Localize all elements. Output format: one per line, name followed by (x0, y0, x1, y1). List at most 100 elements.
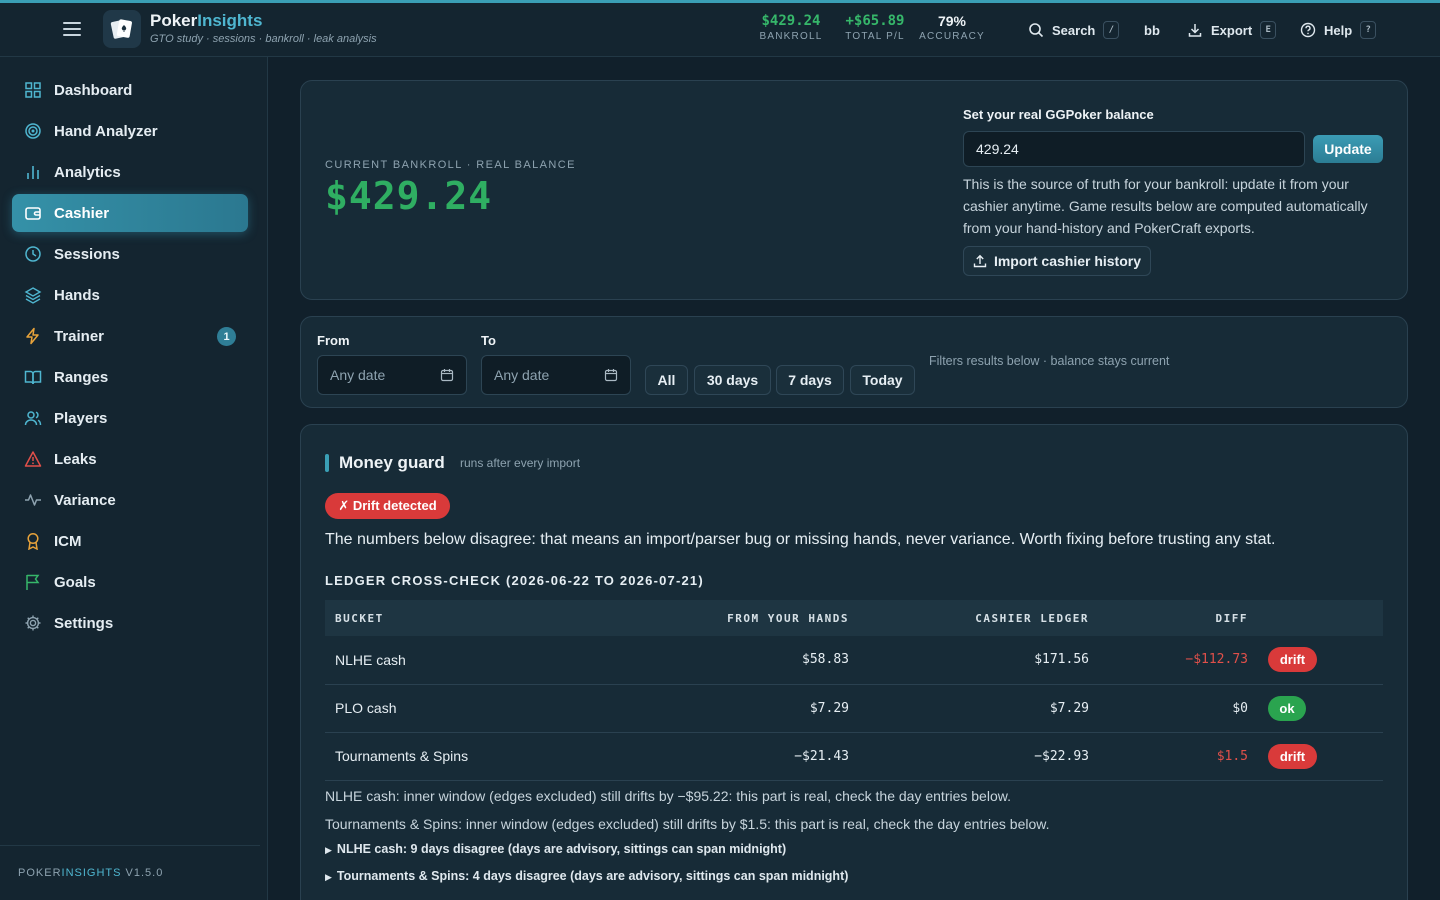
grid-icon (24, 81, 42, 99)
calendar-icon (604, 369, 618, 382)
sidebar-item-trainer[interactable]: Trainer 1 (12, 317, 248, 355)
to-date-input[interactable]: Any date (481, 355, 631, 395)
pulse-icon (24, 491, 42, 509)
bucket-cell: Tournaments & Spins (325, 732, 625, 781)
preset-30-days-button[interactable]: 30 days (694, 365, 771, 395)
hands-cell: $7.29 (625, 684, 849, 733)
bolt-icon (24, 327, 42, 345)
bankroll-description: This is the source of truth for your ban… (963, 176, 1368, 236)
bucket-cell: PLO cash (325, 684, 625, 733)
table-header-row: BUCKET FROM YOUR HANDS CASHIER LEDGER DI… (325, 600, 1383, 636)
nlhe-day-details-toggle[interactable]: ▶ NLHE cash: 9 days disagree (days are ad… (325, 842, 786, 856)
bar-chart-icon (24, 163, 42, 181)
tournaments-day-details-toggle[interactable]: ▶ Tournaments & Spins: 4 days disagree (d… (325, 869, 848, 883)
update-button[interactable]: Update (1313, 135, 1383, 163)
status-badge: drift (1268, 743, 1317, 769)
help-button[interactable]: Help ? (1300, 18, 1377, 42)
sidebar-item-leaks[interactable]: Leaks (12, 440, 248, 478)
gear-icon (24, 614, 42, 632)
section-marker (325, 454, 329, 472)
logo-icon (103, 10, 141, 48)
search-button[interactable]: Search / (1028, 18, 1120, 42)
sidebar: Dashboard Hand Analyzer Analytics Cashie… (0, 57, 268, 900)
from-label: From (317, 333, 350, 348)
menu-icon[interactable] (60, 19, 84, 41)
preset-all-button[interactable]: All (645, 365, 688, 395)
to-label: To (481, 333, 496, 348)
table-row: Tournaments & Spins −$21.43 −$22.93 $1.5… (325, 732, 1383, 781)
preset-7-days-button[interactable]: 7 days (776, 365, 844, 395)
drift-note: Tournaments & Spins: inner window (edges… (325, 816, 1050, 832)
stat-bankroll: $429.24 BANKROLL (759, 13, 823, 42)
download-icon (1188, 24, 1202, 37)
money-guard-subtitle: runs after every import (460, 456, 581, 470)
bankroll-card: CURRENT BANKROLL · REAL BALANCE $429.24 … (300, 80, 1408, 300)
sidebar-item-cashier[interactable]: Cashier (12, 194, 248, 232)
sidebar-divider (0, 845, 260, 846)
help-icon (1300, 22, 1316, 38)
award-icon (24, 532, 42, 550)
target-icon (24, 122, 42, 140)
book-icon (24, 368, 42, 386)
sidebar-item-dashboard[interactable]: Dashboard (12, 71, 248, 109)
caret-right-icon: ▶ (325, 872, 332, 882)
column-header: BUCKET (325, 600, 625, 636)
bankroll-value: $429.24 (325, 174, 493, 218)
money-guard-card: Money guard runs after every import ✗ Dr… (300, 424, 1408, 900)
clock-icon (24, 245, 42, 263)
sidebar-item-settings[interactable]: Settings (12, 604, 248, 642)
sidebar-item-hand-analyzer[interactable]: Hand Analyzer (12, 112, 248, 150)
stat-accuracy: 79% ACCURACY (919, 13, 985, 42)
import-cashier-button[interactable]: Import cashier history (963, 246, 1151, 276)
export-button[interactable]: Export E (1187, 18, 1277, 42)
trainer-badge: 1 (217, 327, 236, 346)
sidebar-item-goals[interactable]: Goals (12, 563, 248, 601)
brand: PokerInsights GTO study · sessions · ban… (150, 11, 377, 45)
column-header: FROM YOUR HANDS (625, 600, 849, 636)
sidebar-item-icm[interactable]: ICM (12, 522, 248, 560)
table-row: PLO cash $7.29 $7.29 $0 ok (325, 684, 1383, 733)
sidebar-item-players[interactable]: Players (12, 399, 248, 437)
ledger-cell: −$22.93 (849, 732, 1089, 781)
caret-right-icon: ▶ (325, 845, 332, 855)
brand-subtitle: GTO study · sessions · bankroll · leak a… (150, 33, 377, 45)
set-balance-label: Set your real GGPoker balance (963, 107, 1154, 122)
drift-note: NLHE cash: inner window (edges excluded)… (325, 788, 1011, 804)
column-header-status (1248, 600, 1383, 636)
sidebar-item-variance[interactable]: Variance (12, 481, 248, 519)
warning-icon (24, 450, 42, 468)
status-badge: drift (1268, 647, 1317, 673)
ledger-section-title: LEDGER CROSS-CHECK (2026-06-22 TO 2026-0… (325, 573, 704, 588)
bucket-cell: NLHE cash (325, 636, 625, 685)
users-icon (24, 409, 42, 427)
ledger-table: BUCKET FROM YOUR HANDS CASHIER LEDGER DI… (325, 600, 1383, 781)
column-header: DIFF (1089, 600, 1248, 636)
sidebar-item-sessions[interactable]: Sessions (12, 235, 248, 273)
layers-icon (24, 286, 42, 304)
balance-input[interactable]: 429.24 (963, 131, 1305, 167)
unit-toggle[interactable]: bb (1144, 18, 1160, 42)
column-header: CASHIER LEDGER (849, 600, 1089, 636)
hands-cell: $58.83 (625, 636, 849, 685)
diff-cell: $0 (1089, 684, 1248, 733)
from-date-input[interactable]: Any date (317, 355, 467, 395)
sidebar-item-analytics[interactable]: Analytics (12, 153, 248, 191)
sidebar-item-hands[interactable]: Hands (12, 276, 248, 314)
search-icon (1029, 23, 1044, 38)
diff-cell: −$112.73 (1089, 636, 1248, 685)
drift-message: The numbers below disagree: that means a… (325, 531, 1276, 548)
drift-status-badge: ✗ Drift detected (325, 493, 450, 519)
ledger-cell: $171.56 (849, 636, 1089, 685)
sidebar-item-ranges[interactable]: Ranges (12, 358, 248, 396)
status-badge: ok (1268, 695, 1306, 721)
brand-name: PokerInsights (150, 11, 263, 30)
version-label: POKERINSIGHTS V1.5.0 (18, 867, 164, 879)
bankroll-kicker: CURRENT BANKROLL · REAL BALANCE (325, 159, 576, 171)
money-guard-title: Money guard (339, 453, 445, 472)
calendar-icon (440, 369, 454, 382)
filter-hint: Filters results below · balance stays cu… (929, 354, 1170, 368)
upload-icon (973, 254, 987, 268)
hands-cell: −$21.43 (625, 732, 849, 781)
preset-today-button[interactable]: Today (850, 365, 915, 395)
top-bar: PokerInsights GTO study · sessions · ban… (0, 3, 1440, 57)
